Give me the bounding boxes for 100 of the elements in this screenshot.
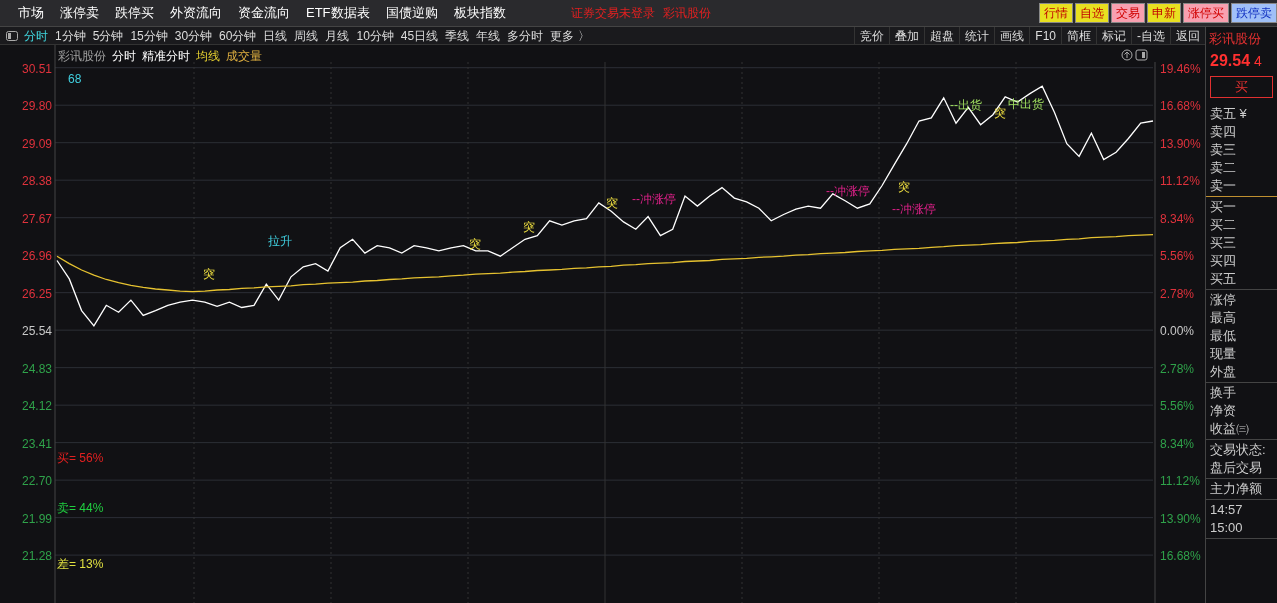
quote-field-label: 最低 xyxy=(1210,326,1237,345)
quote-field-label: 外盘 xyxy=(1210,362,1237,381)
quick-button[interactable]: 行情 xyxy=(1039,3,1073,23)
price-axis-label: 23.41 xyxy=(21,436,52,451)
period-tab[interactable]: 30分钟 xyxy=(174,26,213,45)
menu-item[interactable]: 板块指数 xyxy=(453,3,506,23)
sidebar-toggle-icon[interactable] xyxy=(6,30,18,41)
chart-annotation: 突 xyxy=(523,220,535,234)
period-tab[interactable]: 5分钟 xyxy=(92,26,124,45)
tool-button[interactable]: 画线 xyxy=(994,26,1030,45)
upload-icon[interactable] xyxy=(1121,49,1133,61)
quote-field-label: 卖三 xyxy=(1210,140,1237,159)
quote-field-label: 卖二 xyxy=(1210,158,1237,177)
percent-axis-label: 19.46% xyxy=(1160,61,1201,76)
tool-button[interactable]: 竞价 xyxy=(854,26,890,45)
quote-field-label: 15:00 xyxy=(1210,518,1244,537)
tool-button[interactable]: 简框 xyxy=(1061,26,1096,45)
price-axis-label: 28.38 xyxy=(21,174,52,189)
tool-button[interactable]: 标记 xyxy=(1096,26,1131,45)
price-axis-label: 29.80 xyxy=(21,99,52,114)
quote-field-label: 买一 xyxy=(1210,197,1237,216)
tool-button[interactable]: 返回 xyxy=(1170,26,1205,45)
period-tab[interactable]: 分时 xyxy=(24,26,48,45)
quote-field-label: 涨停 xyxy=(1210,290,1237,309)
percent-axis-label: 16.68% xyxy=(1160,549,1201,564)
buy-button[interactable]: 买 xyxy=(1210,75,1273,98)
percent-axis-label: 2.78% xyxy=(1160,361,1195,376)
menu-item[interactable]: 市场 xyxy=(18,3,44,23)
price-axis-label: 27.67 xyxy=(21,211,52,226)
percent-axis-label: 11.12% xyxy=(1160,474,1200,489)
menu-item[interactable]: 国债逆购 xyxy=(385,3,438,23)
panel-toggle-icon[interactable] xyxy=(1135,49,1148,61)
period-tab[interactable]: 60分钟 xyxy=(219,26,257,45)
price-axis-label: 24.83 xyxy=(21,361,52,376)
chart-annotation: --出货 xyxy=(950,98,982,112)
price-axis-label: 22.70 xyxy=(21,474,52,489)
percent-axis-label: 0.00% xyxy=(1160,324,1195,339)
quote-field-label: 主力净额 xyxy=(1210,479,1263,498)
percent-axis-label: 5.56% xyxy=(1160,399,1195,414)
percent-axis-label: 13.90% xyxy=(1160,136,1201,151)
tool-button[interactable]: 叠加 xyxy=(889,26,925,45)
percent-axis-label: 2.78% xyxy=(1160,286,1195,301)
quick-button[interactable]: 自选 xyxy=(1075,3,1109,23)
price-axis-label: 21.28 xyxy=(21,549,52,564)
chart-annotation: --冲涨停 xyxy=(826,184,870,198)
percent-axis-label: 16.68% xyxy=(1160,99,1201,114)
period-tab[interactable]: 周线 xyxy=(294,26,319,45)
period-tab[interactable]: 月线 xyxy=(325,26,350,45)
period-tab[interactable]: 更多 〉 xyxy=(550,26,590,45)
quick-button[interactable]: 跌停卖 xyxy=(1231,3,1277,23)
menu-item[interactable]: 跌停买 xyxy=(115,3,154,23)
status-text: 彩讯股份 xyxy=(662,5,711,22)
quote-field-label: 净资 xyxy=(1210,401,1237,420)
tool-button[interactable]: 统计 xyxy=(959,26,995,45)
quote-field-label: 现量 xyxy=(1210,344,1237,363)
quote-field-label: 卖五 ¥ xyxy=(1210,104,1248,123)
price-axis-label: 29.09 xyxy=(21,136,52,151)
price-axis-label: 26.25 xyxy=(21,286,52,301)
stock-title: 彩讯股份 xyxy=(1208,30,1262,48)
period-tab[interactable]: 季线 xyxy=(445,26,470,45)
menu-item[interactable]: 资金流向 xyxy=(238,3,290,23)
quote-field-label: 收益㈢ xyxy=(1210,419,1250,438)
menu-item[interactable]: 涨停卖 xyxy=(60,3,99,23)
quote-field-label: 买三 xyxy=(1210,233,1237,252)
chart-annotation: 突 xyxy=(469,237,481,251)
quote-field-label: 买五 xyxy=(1210,269,1237,288)
quote-field-label: 卖四 xyxy=(1210,122,1237,141)
period-tab[interactable]: 年线 xyxy=(476,26,501,45)
period-tab[interactable]: 多分时 xyxy=(507,26,544,45)
price-axis-label: 25.54 xyxy=(21,324,52,339)
tool-button[interactable]: 超盘 xyxy=(924,26,960,45)
percent-axis-label: 8.34% xyxy=(1160,436,1195,451)
quote-field-label: 盘后交易 xyxy=(1210,458,1263,477)
period-tab[interactable]: 日线 xyxy=(263,26,288,45)
quick-button[interactable]: 申新 xyxy=(1147,3,1181,23)
quote-field-label: 14:57 xyxy=(1210,500,1244,519)
chart-annotation: 拉升 xyxy=(268,234,292,248)
chart-annotation: 突 xyxy=(994,106,1006,120)
tool-button[interactable]: F10 xyxy=(1029,26,1061,45)
chart-annotation: --冲涨停 xyxy=(632,192,676,206)
menu-item[interactable]: ETF数据表 xyxy=(306,3,370,23)
period-tab[interactable]: 15分钟 xyxy=(130,26,168,45)
quote-field-label: 买二 xyxy=(1210,215,1237,234)
chart-annotation: --冲涨停 xyxy=(892,202,936,216)
series-legend-label: 分时 xyxy=(112,49,136,63)
tool-button[interactable]: -自选 xyxy=(1131,26,1170,45)
price-axis-label: 30.51 xyxy=(21,61,52,76)
period-tab[interactable]: 1分钟 xyxy=(55,26,86,45)
quote-field-label: 买四 xyxy=(1210,251,1237,270)
ratio-label: 差= 13% xyxy=(57,557,104,571)
menu-item[interactable]: 外资流向 xyxy=(170,3,222,23)
price-axis-label: 24.12 xyxy=(21,399,52,414)
period-tab[interactable]: 45日线 xyxy=(400,26,439,45)
period-tab[interactable]: 10分钟 xyxy=(356,26,394,45)
quote-field-label: 卖一 xyxy=(1210,176,1237,195)
quote-field-label: 换手 xyxy=(1210,383,1237,402)
ratio-label: 卖= 44% xyxy=(57,501,104,515)
price-axis-label: 26.96 xyxy=(21,249,52,264)
percent-axis-label: 11.12% xyxy=(1160,174,1200,189)
percent-axis-label: 8.34% xyxy=(1160,211,1195,226)
